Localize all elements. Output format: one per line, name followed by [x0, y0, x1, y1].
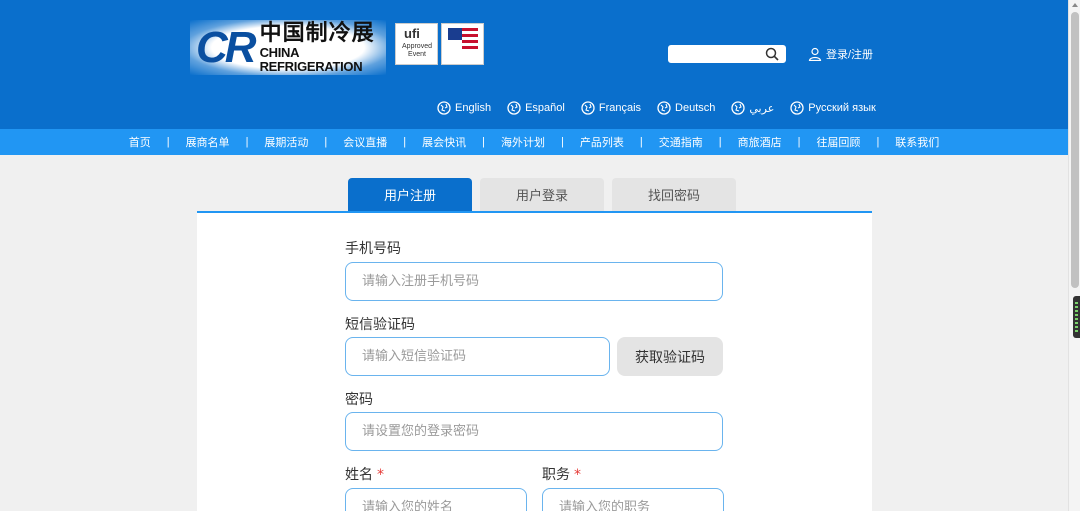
name-input[interactable] [345, 488, 527, 511]
site-header: CR 中国制冷展 CHINA REFRIGERATION ufi Approve… [0, 0, 1068, 129]
nav-separator: | [403, 136, 407, 148]
tab-register[interactable]: 用户注册 [348, 178, 472, 211]
phone-input[interactable] [345, 262, 723, 301]
language-switcher: English Español Français Deutsch عربي Ру… [437, 101, 892, 115]
scroll-up-arrow-icon[interactable] [1072, 3, 1078, 7]
required-marker: * [377, 467, 384, 483]
position-label: 职务 * [542, 464, 581, 484]
lang-arabic[interactable]: عربي [731, 101, 774, 115]
ufi-badge-subtitle: Approved Event [402, 43, 432, 58]
lang-russian[interactable]: Русский язык [790, 101, 876, 115]
lang-label: Русский язык [808, 102, 876, 114]
nav-item-hotels[interactable]: 商旅酒店 [738, 134, 782, 150]
logo-name-cn: 中国制冷展 [259, 20, 375, 46]
ufi-approved-badge: ufi Approved Event [395, 23, 438, 65]
main-nav: 首页 | 展商名单 | 展期活动 | 会议直播 | 展会快讯 | 海外计划 | … [0, 129, 1068, 155]
lang-label: Español [525, 102, 565, 114]
nav-separator: | [639, 136, 643, 148]
nav-item-products[interactable]: 产品列表 [580, 134, 624, 150]
tab-recover-password[interactable]: 找回密码 [612, 178, 736, 211]
position-label-text: 职务 [542, 467, 570, 483]
globe-icon [731, 101, 746, 115]
logo-text: 中国制冷展 CHINA REFRIGERATION [259, 20, 386, 74]
lang-label: Français [598, 102, 642, 114]
globe-icon [657, 101, 671, 115]
us-commercial-service-badge [441, 23, 484, 65]
register-form: 手机号码 短信验证码 获取验证码 密码 姓名* 职务* [197, 213, 872, 511]
login-register-label: 登录/注册 [826, 49, 874, 61]
flag-icon [448, 28, 462, 40]
globe-icon [507, 101, 521, 115]
lang-label: Deutsch [675, 102, 716, 114]
get-code-button[interactable]: 获取验证码 [617, 337, 723, 376]
nav-separator: | [876, 136, 880, 148]
name-label: 姓名 * [345, 464, 384, 484]
sms-code-label: 短信验证码 [345, 317, 415, 333]
globe-icon [581, 101, 595, 115]
search-icon[interactable] [765, 47, 779, 61]
nav-item-live[interactable]: 会议直播 [343, 134, 387, 150]
nav-item-traffic[interactable]: 交通指南 [659, 134, 703, 150]
required-marker: * [574, 467, 581, 483]
lang-german[interactable]: Deutsch [657, 101, 715, 115]
nav-separator: | [718, 136, 722, 148]
nav-item-overseas[interactable]: 海外计划 [501, 134, 545, 150]
flag-stripes [462, 28, 478, 50]
lang-label: عربي [749, 102, 775, 115]
lang-english[interactable]: English [437, 101, 491, 115]
nav-separator: | [561, 136, 564, 148]
ufi-badge-title: ufi [404, 26, 420, 41]
nav-item-news[interactable]: 展会快讯 [422, 134, 466, 150]
site-logo[interactable]: CR 中国制冷展 CHINA REFRIGERATION [190, 20, 386, 75]
name-label-text: 姓名 [345, 467, 373, 483]
login-register-link[interactable]: 登录/注册 [808, 45, 873, 63]
lang-label: English [455, 102, 492, 114]
nav-separator: | [245, 136, 249, 148]
tab-login[interactable]: 用户登录 [480, 178, 604, 211]
user-icon [808, 47, 822, 61]
logo-name-en: CHINA REFRIGERATION [259, 44, 363, 74]
side-widget-tab[interactable] [1073, 296, 1080, 338]
nav-separator: | [482, 136, 485, 148]
nav-separator: | [797, 136, 801, 148]
sms-code-input[interactable] [345, 337, 610, 376]
logo-mark: CR [196, 22, 257, 72]
phone-label: 手机号码 [345, 241, 401, 257]
nav-separator: | [166, 136, 170, 148]
scrollbar-thumb[interactable] [1071, 12, 1079, 288]
globe-icon [437, 101, 451, 115]
page-scrollbar[interactable] [1068, 0, 1080, 511]
lang-spanish[interactable]: Español [507, 101, 565, 115]
position-input[interactable] [542, 488, 724, 511]
nav-separator: | [324, 136, 328, 148]
lang-french[interactable]: Français [581, 101, 641, 115]
nav-item-exhibitors[interactable]: 展商名单 [186, 134, 230, 150]
nav-item-home[interactable]: 首页 [129, 134, 151, 150]
main-content: 用户注册 用户登录 找回密码 手机号码 短信验证码 获取验证码 密码 姓名* 职… [0, 155, 1068, 511]
search-input[interactable] [669, 48, 765, 64]
auth-tabs: 用户注册 用户登录 找回密码 [348, 178, 744, 211]
password-label: 密码 [345, 392, 373, 408]
nav-item-events[interactable]: 展期活动 [264, 134, 308, 150]
globe-icon [790, 101, 804, 115]
password-input[interactable] [345, 412, 723, 451]
nav-item-contact[interactable]: 联系我们 [895, 134, 939, 150]
search-box [668, 45, 786, 64]
nav-item-review[interactable]: 往届回顾 [816, 134, 860, 150]
